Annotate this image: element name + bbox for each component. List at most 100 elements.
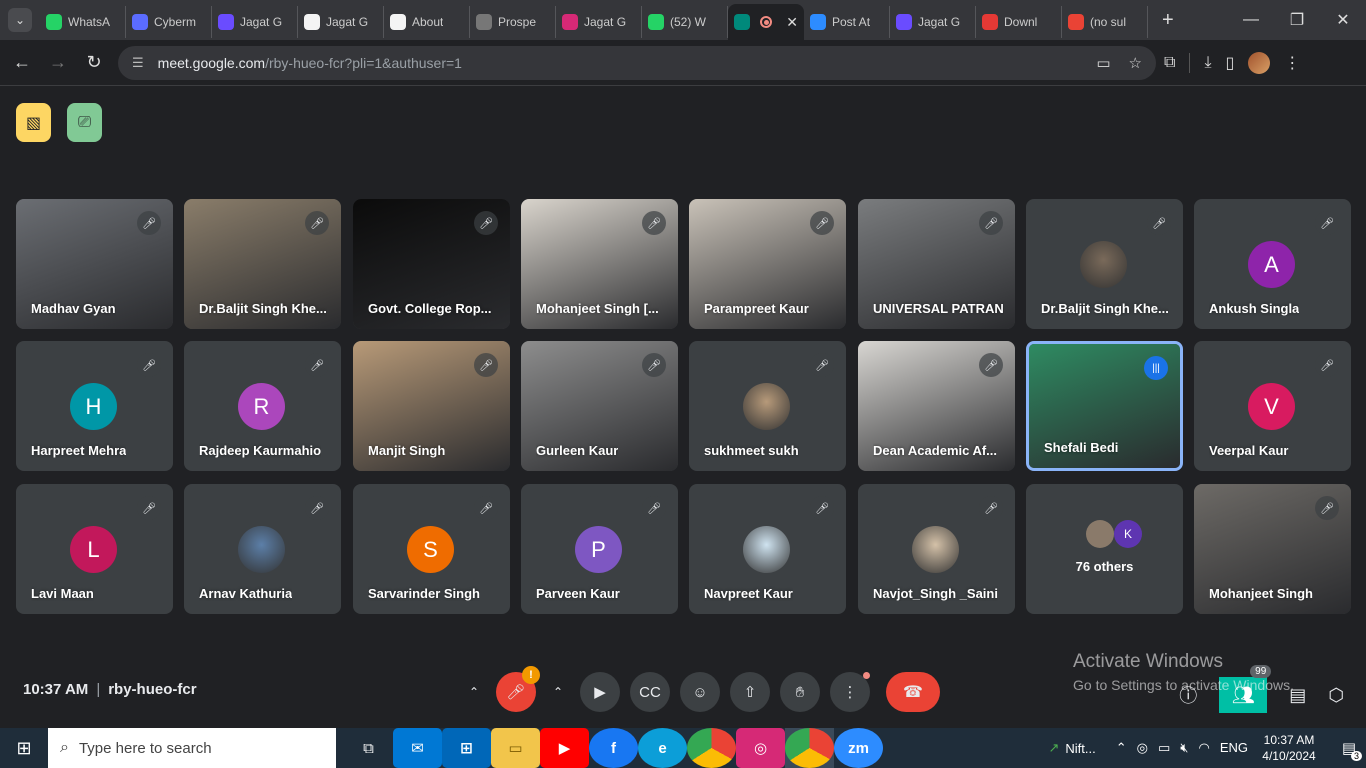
- browser-tab[interactable]: Jagat G: [890, 6, 976, 38]
- browser-menu-icon[interactable]: ⋮: [1284, 53, 1300, 73]
- tab-search-button[interactable]: ⌄: [8, 8, 32, 32]
- back-icon[interactable]: ←: [4, 45, 40, 81]
- participant-tile[interactable]: 🎤︎ sukhmeet sukh: [689, 341, 846, 471]
- recording-off-icon[interactable]: ▧: [16, 103, 51, 142]
- facebook-app-icon[interactable]: f: [589, 728, 638, 768]
- participant-tile[interactable]: A 🎤︎ Ankush Singla: [1194, 199, 1351, 329]
- participant-tile[interactable]: 🎤︎ Dr.Baljit Singh Khe...: [1026, 199, 1183, 329]
- zoom-app-icon[interactable]: zm: [834, 728, 883, 768]
- network-icon[interactable]: ◠: [1198, 740, 1209, 756]
- people-button[interactable]: 👥︎ 99: [1219, 665, 1272, 713]
- browser-tab[interactable]: Prospe: [470, 6, 556, 38]
- participant-tile[interactable]: 🎤︎ Mohanjeet Singh [...: [521, 199, 678, 329]
- participant-tile[interactable]: L 🎤︎ Lavi Maan: [16, 484, 173, 614]
- windows-start-icon[interactable]: ⊞: [0, 728, 48, 768]
- participant-tile[interactable]: 🎤︎ UNIVERSAL PATRAN: [858, 199, 1015, 329]
- leave-call-button[interactable]: ☎: [886, 672, 940, 712]
- browser-tab[interactable]: WhatsA: [40, 6, 126, 38]
- chrome-profile-app-icon[interactable]: [785, 728, 834, 768]
- device-cast-icon[interactable]: ⎚: [67, 103, 102, 142]
- audio-options-chevron-icon[interactable]: ⌃: [462, 672, 486, 712]
- participant-tile[interactable]: 🎤︎ Madhav Gyan: [16, 199, 173, 329]
- participant-tile[interactable]: 🎤︎ Dean Academic Af...: [858, 341, 1015, 471]
- camera-toggle-button[interactable]: ▶: [580, 672, 620, 712]
- participant-name: Dr.Baljit Singh Khe...: [1041, 301, 1169, 316]
- browser-tab[interactable]: About: [384, 6, 470, 38]
- participant-tile[interactable]: K 76 others: [1026, 484, 1183, 614]
- participant-tile[interactable]: 🎤︎ Gurleen Kaur: [521, 341, 678, 471]
- participant-tile[interactable]: S 🎤︎ Sarvarinder Singh: [353, 484, 510, 614]
- chat-icon[interactable]: ▤: [1289, 685, 1306, 706]
- participant-tile[interactable]: 🎤︎ Arnav Kathuria: [184, 484, 341, 614]
- browser-tab[interactable]: Cyberm: [126, 6, 212, 38]
- participant-tile[interactable]: 🎤︎ Dr.Baljit Singh Khe...: [184, 199, 341, 329]
- side-panel-icon[interactable]: ▯: [1226, 53, 1235, 73]
- store-app-icon[interactable]: ⊞: [442, 728, 491, 768]
- participant-tile[interactable]: ||| Shefali Bedi: [1026, 341, 1183, 471]
- meet-presenting-tray-icon[interactable]: ◎: [1137, 740, 1148, 756]
- file-explorer-icon[interactable]: ▭: [491, 728, 540, 768]
- participant-avatar: P: [575, 526, 622, 573]
- browser-tab[interactable]: Downl: [976, 6, 1062, 38]
- present-icon: ⇧: [743, 684, 757, 701]
- raise-hand-button[interactable]: ✋︎: [780, 672, 820, 712]
- battery-icon[interactable]: ▭: [1158, 740, 1170, 756]
- profile-avatar[interactable]: [1248, 51, 1271, 74]
- more-options-button[interactable]: ⋮: [830, 672, 870, 712]
- browser-tab[interactable]: (52) W: [642, 6, 728, 38]
- task-view-icon[interactable]: ⧉: [344, 728, 393, 768]
- browser-tab[interactable]: Jagat G: [298, 6, 384, 38]
- restore-icon[interactable]: ❐: [1274, 10, 1320, 30]
- mail-app-icon[interactable]: ✉: [393, 728, 442, 768]
- browser-tab[interactable]: Jagat G: [212, 6, 298, 38]
- youtube-app-icon[interactable]: ▶: [540, 728, 589, 768]
- participant-tile[interactable]: 🎤︎ Govt. College Rop...: [353, 199, 510, 329]
- participant-tile[interactable]: V 🎤︎ Veerpal Kaur: [1194, 341, 1351, 471]
- participant-tile[interactable]: 🎤︎ Navjot_Singh _Saini: [858, 484, 1015, 614]
- show-hidden-icons-icon[interactable]: ⌃: [1116, 740, 1127, 756]
- microphone-toggle-button[interactable]: 🎤︎ !: [496, 666, 540, 712]
- chrome-app-icon[interactable]: [687, 728, 736, 768]
- reactions-button[interactable]: ☺: [680, 672, 720, 712]
- new-tab-icon[interactable]: +: [1162, 9, 1174, 32]
- minimize-icon[interactable]: —: [1228, 11, 1274, 29]
- extensions-icon[interactable]: ⧉: [1164, 54, 1175, 72]
- site-info-icon[interactable]: ☰: [132, 55, 144, 71]
- download-icon[interactable]: ⤓: [1204, 54, 1211, 72]
- notification-center-icon[interactable]: ▤ 3: [1332, 728, 1366, 768]
- meeting-details-icon[interactable]: ⓘ: [1179, 682, 1197, 708]
- nifty-widget[interactable]: ↗ Nift...: [1048, 740, 1095, 756]
- participant-tile[interactable]: H 🎤︎ Harpreet Mehra: [16, 341, 173, 471]
- captions-button[interactable]: CC: [630, 672, 670, 712]
- present-screen-button[interactable]: ⇧: [730, 672, 770, 712]
- participant-tile[interactable]: R 🎤︎ Rajdeep Kaurmahio: [184, 341, 341, 471]
- browser-tab[interactable]: Jagat G: [556, 6, 642, 38]
- instagram-app-icon[interactable]: ◎: [736, 728, 785, 768]
- participant-tile[interactable]: 🎤︎ Manjit Singh: [353, 341, 510, 471]
- language-indicator[interactable]: ENG: [1220, 740, 1248, 756]
- forward-icon[interactable]: →: [40, 45, 76, 81]
- address-bar[interactable]: ☰ meet.google.com/rby-hueo-fcr?pli=1&aut…: [118, 45, 1156, 80]
- close-tab-icon[interactable]: ✕: [786, 14, 798, 31]
- mic-muted-icon: 🎤︎: [305, 211, 329, 235]
- browser-tab[interactable]: (no sul: [1062, 6, 1148, 38]
- browser-tab[interactable]: Post At: [804, 6, 890, 38]
- bookmark-star-icon[interactable]: ☆: [1129, 54, 1142, 72]
- close-window-icon[interactable]: ✕: [1320, 10, 1366, 30]
- taskbar-search-box[interactable]: ⌕ Type here to search: [48, 728, 336, 768]
- reload-icon[interactable]: ↻: [76, 45, 112, 81]
- browser-tab[interactable]: ✕: [728, 4, 804, 40]
- system-clock[interactable]: 10:37 AM 4/10/2024: [1258, 732, 1320, 764]
- taskbar-search-placeholder: Type here to search: [78, 739, 212, 757]
- camera-in-use-icon[interactable]: ▭: [1096, 54, 1110, 72]
- hand-icon: ✋︎: [795, 683, 805, 701]
- video-options-chevron-icon[interactable]: ⌃: [546, 672, 570, 712]
- activities-icon[interactable]: ⬡: [1328, 685, 1344, 706]
- others-avatar: [1086, 520, 1114, 548]
- edge-app-icon[interactable]: e: [638, 728, 687, 768]
- participant-tile[interactable]: 🎤︎ Mohanjeet Singh: [1194, 484, 1351, 614]
- participant-tile[interactable]: 🎤︎ Parampreet Kaur: [689, 199, 846, 329]
- volume-muted-icon[interactable]: 🔇︎: [1180, 740, 1188, 756]
- participant-tile[interactable]: P 🎤︎ Parveen Kaur: [521, 484, 678, 614]
- participant-tile[interactable]: 🎤︎ Navpreet Kaur: [689, 484, 846, 614]
